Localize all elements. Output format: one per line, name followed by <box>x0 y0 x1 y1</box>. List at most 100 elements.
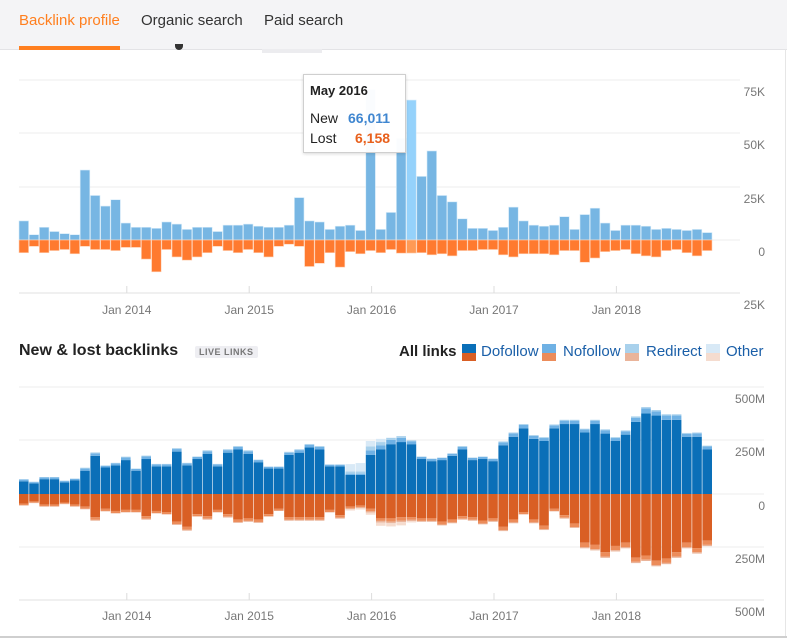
redirect-new-bar <box>121 456 131 458</box>
legend-all-links[interactable]: All links <box>399 343 457 360</box>
dofollow-lost-bar <box>682 494 692 543</box>
section-title: New & lost backlinks <box>19 342 179 359</box>
dofollow-lost-bar <box>110 494 121 511</box>
y-tick-label: 0 <box>758 499 765 513</box>
redirect-new-bar <box>90 452 100 454</box>
nofollow-lost-bar <box>49 504 60 507</box>
nofollow-new-bar <box>192 456 202 460</box>
other-lost-bar <box>345 509 355 511</box>
dofollow-lost-bar <box>59 494 70 503</box>
new-bar <box>691 229 703 241</box>
nofollow-new-bar <box>355 473 366 475</box>
nofollow-new-bar <box>427 459 437 462</box>
other-new-bar <box>365 441 376 447</box>
nofollow-lost-bar <box>508 519 519 523</box>
new-bar <box>130 226 142 241</box>
dofollow-lost-bar <box>141 494 151 517</box>
dofollow-new-bar <box>345 474 355 494</box>
dofollow-new-bar <box>590 424 600 494</box>
lost-bar <box>406 239 417 254</box>
dofollow-new-bar <box>661 419 672 494</box>
dofollow-swatch-icon <box>462 344 476 361</box>
redirect-lost-bar <box>304 519 315 521</box>
nofollow-new-bar <box>600 430 610 434</box>
x-tick-label: Jan 2016 <box>347 303 397 317</box>
dofollow-new-bar <box>529 438 539 494</box>
nofollow-lost-bar <box>539 525 549 530</box>
new-bar <box>283 224 295 241</box>
nofollow-lost-bar <box>19 503 29 506</box>
new-bar <box>559 216 570 241</box>
dofollow-new-bar <box>447 455 457 494</box>
dofollow-new-bar <box>406 444 417 494</box>
dofollow-lost-bar <box>263 494 274 515</box>
nofollow-new-bar <box>620 431 631 435</box>
nofollow-lost-bar <box>294 517 304 520</box>
new-bar <box>79 169 91 241</box>
new-bar <box>620 224 631 241</box>
dofollow-lost-bar <box>386 494 396 519</box>
nofollow-lost-bar <box>457 516 468 519</box>
dofollow-lost-bar <box>651 494 661 561</box>
lost-bar <box>528 239 539 255</box>
nofollow-new-bar <box>263 466 274 469</box>
new-bar <box>18 220 29 241</box>
dofollow-new-bar <box>294 452 304 494</box>
nofollow-new-bar <box>202 451 213 454</box>
dofollow-lost-bar <box>590 494 600 545</box>
dofollow-lost-bar <box>498 494 508 527</box>
tooltip-title: May 2016 <box>310 83 368 98</box>
dofollow-new-bar <box>131 470 141 494</box>
legend-redirect-label: Redirect <box>646 343 702 360</box>
dofollow-new-bar <box>253 462 264 494</box>
dofollow-new-bar <box>70 480 80 494</box>
lost-bar <box>630 239 641 255</box>
new-bar <box>202 226 213 241</box>
nofollow-lost-bar <box>243 518 253 521</box>
redirect-lost-bar <box>498 530 508 532</box>
lost-bar <box>192 239 203 258</box>
other-swatch-icon <box>706 344 720 361</box>
nofollow-new-bar <box>39 477 49 480</box>
redirect-new-bar <box>529 435 539 436</box>
x-tick-label: Jan 2015 <box>225 609 275 623</box>
lost-bar <box>273 239 284 247</box>
new-bar <box>579 214 590 241</box>
redirect-new-bar <box>539 437 549 439</box>
legend-other-label: Other <box>726 343 764 360</box>
new-bar <box>498 226 509 241</box>
nofollow-new-bar <box>518 424 529 429</box>
x-tick-label: Jan 2016 <box>347 609 397 623</box>
dofollow-new-bar <box>243 453 253 494</box>
redirect-lost-bar <box>478 523 488 525</box>
redirect-lost-bar <box>233 521 243 523</box>
legend-dofollow-label: Dofollow <box>481 343 539 360</box>
redirect-lost-bar <box>600 556 610 558</box>
nofollow-lost-bar <box>233 519 243 522</box>
nofollow-lost-bar <box>590 544 600 550</box>
nofollow-new-bar <box>447 453 457 456</box>
nofollow-lost-bar <box>549 508 559 511</box>
nofollow-lost-bar <box>702 540 712 545</box>
dofollow-new-bar <box>59 482 70 494</box>
lost-bar <box>681 239 692 254</box>
nofollow-lost-bar <box>600 552 610 557</box>
nofollow-new-bar <box>90 453 100 456</box>
nofollow-lost-bar <box>671 552 682 557</box>
dofollow-lost-bar <box>478 494 488 521</box>
dofollow-new-bar <box>90 455 100 494</box>
new-bar <box>232 224 244 241</box>
new-bar <box>334 225 346 241</box>
new-bar <box>538 225 550 241</box>
x-tick-label: Jan 2014 <box>102 609 152 623</box>
new-bar <box>181 229 193 241</box>
lost-bar <box>334 239 346 268</box>
nofollow-lost-bar <box>386 518 396 522</box>
nofollow-new-bar <box>406 441 417 445</box>
dofollow-lost-bar <box>192 494 202 515</box>
redirect-new-bar <box>590 419 600 421</box>
nofollow-lost-bar <box>620 542 631 547</box>
nofollow-lost-bar <box>376 518 386 521</box>
nofollow-lost-bar <box>182 526 192 530</box>
nofollow-lost-bar <box>580 542 590 547</box>
